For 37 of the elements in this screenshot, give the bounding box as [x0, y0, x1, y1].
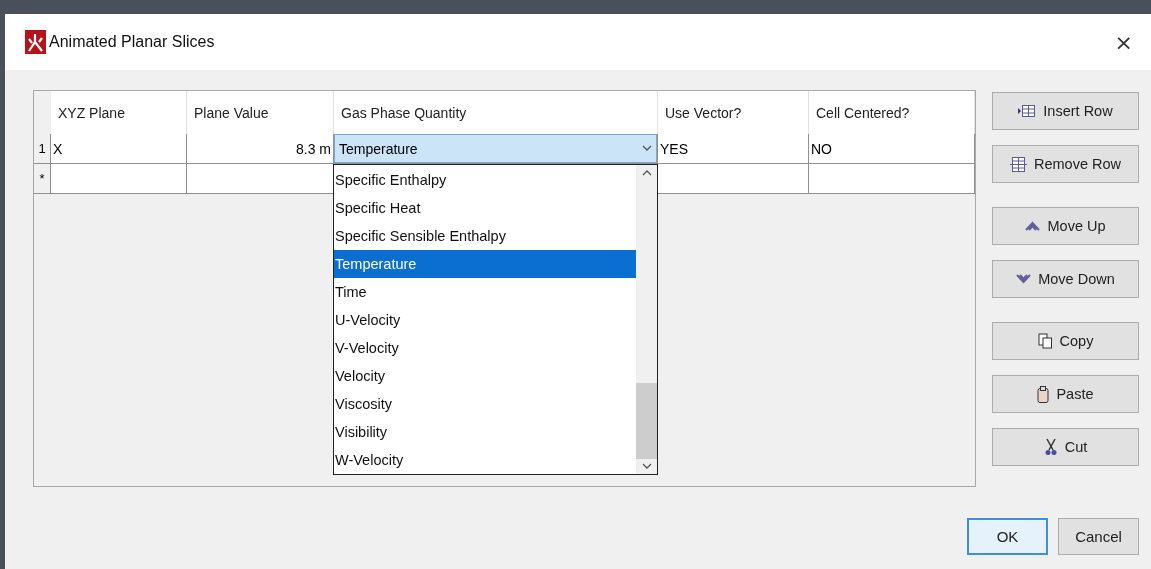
- remove-button[interactable]: Remove Row: [992, 145, 1139, 183]
- dropdown-option[interactable]: Temperature: [334, 250, 636, 278]
- table-cell: YES: [658, 134, 809, 164]
- table-cell: X: [51, 134, 187, 164]
- down-button[interactable]: Move Down: [992, 260, 1139, 298]
- dialog-button[interactable]: OK: [967, 518, 1048, 555]
- insert-row-icon: [1018, 104, 1037, 118]
- table-cell: NO: [809, 134, 975, 164]
- window-title: Animated Planar Slices: [49, 33, 216, 51]
- scissors-icon: [1043, 438, 1058, 456]
- double-chevron-up-icon: [1025, 220, 1041, 232]
- copy-icon: [1037, 333, 1053, 349]
- scroll-down-icon[interactable]: [641, 463, 652, 470]
- close-button[interactable]: ×: [1110, 29, 1137, 55]
- copy-button[interactable]: Copy: [992, 322, 1139, 360]
- app-logo-icon: [25, 30, 46, 54]
- up-button[interactable]: Move Up: [992, 207, 1139, 245]
- column-header[interactable]: Use Vector?: [658, 91, 809, 134]
- scrollbar[interactable]: [636, 165, 657, 474]
- remove-row-icon: [1010, 156, 1027, 172]
- paste-button[interactable]: Paste: [992, 375, 1139, 413]
- quantity-combo-box[interactable]: Temperature: [334, 134, 657, 163]
- row-header: 1: [34, 134, 51, 164]
- row-header: *: [34, 164, 51, 194]
- insert-button[interactable]: Insert Row: [992, 92, 1139, 130]
- double-chevron-down-icon: [1016, 273, 1032, 285]
- scrollbar-thumb[interactable]: [636, 383, 657, 459]
- table-cell: 8.3 m: [187, 134, 334, 164]
- column-header[interactable]: Plane Value: [187, 91, 334, 134]
- column-header[interactable]: Gas Phase Quantity: [334, 91, 658, 134]
- dialog-button[interactable]: Cancel: [1058, 518, 1139, 555]
- scroll-up-icon[interactable]: [641, 169, 652, 176]
- clipboard-icon: [1037, 385, 1050, 403]
- cut-button[interactable]: Cut: [992, 428, 1139, 466]
- dropdown-caret-icon[interactable]: [642, 145, 652, 152]
- column-header[interactable]: XYZ Plane: [51, 91, 187, 134]
- column-header[interactable]: Cell Centered?: [809, 91, 975, 134]
